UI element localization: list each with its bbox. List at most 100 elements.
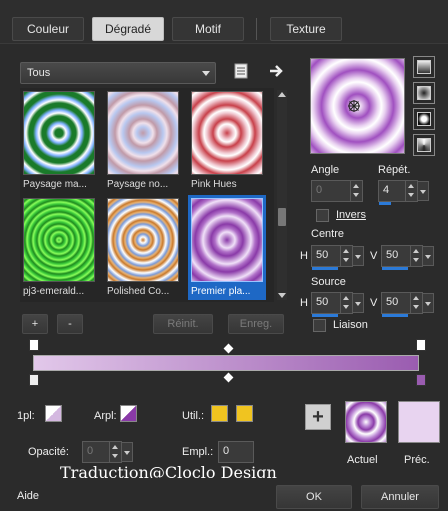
cancel-button[interactable]: Annuler <box>361 485 439 509</box>
tab-motif[interactable]: Motif <box>172 17 244 41</box>
add-color-button[interactable]: + <box>305 404 331 430</box>
arrow-right-icon[interactable] <box>268 62 286 80</box>
source-h-label: H <box>300 297 308 309</box>
radial-style-icon <box>417 112 431 126</box>
current-label: Actuel <box>347 454 378 466</box>
gradient-library: Paysage ma... Paysage no... Pink Hues pj… <box>20 88 274 302</box>
link-checkbox[interactable] <box>313 319 326 332</box>
source-v-spin-arrows[interactable] <box>410 293 422 313</box>
gradient-caption: pj3-emerald... <box>23 286 85 297</box>
save-button[interactable]: Enreg. <box>228 314 284 334</box>
source-label: Source <box>311 276 346 288</box>
opacity-dropdown[interactable] <box>121 442 133 462</box>
center-v-label: V <box>370 250 378 262</box>
gradient-item[interactable]: Polished Co... <box>104 195 182 300</box>
opacity-stop-end[interactable] <box>416 339 426 351</box>
source-v-dropdown[interactable] <box>422 293 434 313</box>
opacity-stop-start[interactable] <box>29 339 39 351</box>
center-h-spin-arrows[interactable] <box>340 246 352 266</box>
scroll-thumb[interactable] <box>278 208 286 226</box>
angular-style-icon <box>417 138 431 152</box>
gradient-item[interactable]: Pink Hues <box>188 88 266 193</box>
scroll-up-icon[interactable] <box>278 92 286 97</box>
opacity-spinner[interactable]: 0 <box>82 441 133 463</box>
opacity-spin-arrows[interactable] <box>109 442 121 462</box>
ok-button[interactable]: OK <box>276 485 352 509</box>
arpl-label: Arpl: <box>94 410 117 422</box>
center-v-spin-arrows[interactable] <box>410 246 422 266</box>
angle-spin-arrows[interactable] <box>350 181 362 201</box>
source-h-dropdown[interactable] <box>352 293 364 313</box>
position-value: 0 <box>223 445 230 457</box>
angular-style-button[interactable] <box>413 134 435 156</box>
center-h-spinner[interactable]: 50 <box>311 245 364 270</box>
category-select[interactable]: Tous <box>20 62 216 84</box>
gradient-item[interactable]: pj3-emerald... <box>20 195 98 300</box>
tab-degrade[interactable]: Dégradé <box>92 17 164 41</box>
center-v-value: 50 <box>386 249 399 261</box>
background-swatch[interactable] <box>120 405 137 422</box>
color-stop-end[interactable] <box>416 374 426 386</box>
position-label: Empl.: <box>182 446 214 458</box>
repeat-dropdown[interactable] <box>417 181 429 201</box>
opacity-midpoint[interactable] <box>223 343 234 354</box>
opacity-value: 0 <box>87 445 94 457</box>
color-midpoint[interactable] <box>223 372 234 383</box>
gradient-thumbnail <box>191 91 263 175</box>
gradient-item[interactable]: Paysage ma... <box>20 88 98 193</box>
repeat-slider-bar[interactable] <box>379 202 391 205</box>
util-label: Util.: <box>182 410 204 422</box>
previous-swatch[interactable] <box>398 401 440 443</box>
tab-couleur[interactable]: Couleur <box>12 17 84 41</box>
util-swatch-1[interactable] <box>211 405 228 422</box>
gradient-caption: Premier pla... <box>191 286 251 297</box>
ipl-label: 1pl: <box>17 410 35 422</box>
reset-button[interactable]: Réinit. <box>153 314 213 334</box>
source-v-slider-bar[interactable] <box>382 314 408 317</box>
color-stop-start[interactable] <box>29 374 39 386</box>
tab-separator <box>256 18 257 40</box>
center-v-dropdown[interactable] <box>422 246 434 266</box>
repeat-spinner[interactable]: 4 <box>378 180 429 205</box>
source-h-spin-arrows[interactable] <box>340 293 352 313</box>
linear-style-button[interactable] <box>413 56 435 78</box>
gradient-thumbnail <box>107 91 179 175</box>
center-v-slider-bar[interactable] <box>382 267 408 270</box>
foreground-swatch[interactable] <box>45 405 62 422</box>
center-label: Centre <box>311 228 345 240</box>
scroll-down-icon[interactable] <box>278 293 286 298</box>
invert-checkbox[interactable] <box>316 209 329 222</box>
center-h-slider-bar[interactable] <box>312 267 338 270</box>
add-gradient-button[interactable]: + <box>22 314 48 334</box>
gradient-bar[interactable] <box>33 355 419 371</box>
gradient-caption: Paysage no... <box>107 179 169 190</box>
current-swatch[interactable] <box>345 401 387 443</box>
center-h-value: 50 <box>316 249 329 261</box>
angle-spinner[interactable]: 0 <box>311 180 363 202</box>
library-scrollbar[interactable] <box>277 90 287 300</box>
source-v-spinner[interactable]: 50 <box>381 292 434 317</box>
position-input[interactable]: 0 <box>218 441 254 463</box>
rectangular-style-button[interactable] <box>413 82 435 104</box>
gradient-item[interactable]: Paysage no... <box>104 88 182 193</box>
radial-style-button[interactable] <box>413 108 435 130</box>
remove-gradient-button[interactable]: - <box>57 314 83 334</box>
source-h-spinner[interactable]: 50 <box>311 292 364 317</box>
repeat-spin-arrows[interactable] <box>405 181 417 201</box>
help-link[interactable]: Aide <box>17 490 39 502</box>
util-swatch-2[interactable] <box>236 405 253 422</box>
document-icon[interactable] <box>233 63 249 79</box>
center-v-spinner[interactable]: 50 <box>381 245 434 270</box>
center-marker-icon[interactable] <box>346 98 362 114</box>
tab-bar: Couleur Dégradé Motif Texture <box>0 0 448 44</box>
source-h-slider-bar[interactable] <box>312 314 338 317</box>
center-h-dropdown[interactable] <box>352 246 364 266</box>
gradient-item-selected[interactable]: Premier pla... <box>188 195 266 300</box>
linear-style-icon <box>417 60 431 74</box>
gradient-caption: Polished Co... <box>107 286 170 297</box>
source-h-value: 50 <box>316 296 329 308</box>
tab-texture[interactable]: Texture <box>270 17 342 41</box>
link-label: Liaison <box>333 319 368 331</box>
source-v-value: 50 <box>386 296 399 308</box>
center-h-label: H <box>300 250 308 262</box>
